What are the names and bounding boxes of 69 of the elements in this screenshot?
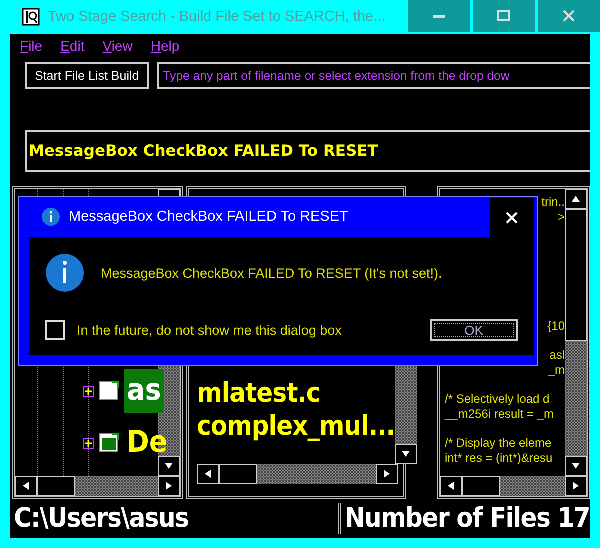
menu-item[interactable]: View	[102, 38, 133, 58]
code-line: /* Display the eleme	[444, 436, 553, 451]
app-icon	[22, 8, 40, 26]
menu-item[interactable]: File	[20, 38, 43, 58]
list-item[interactable]: complex_mul...	[197, 411, 396, 442]
status-path: C:\Users\asus	[13, 503, 190, 534]
down-arrow-icon	[164, 463, 174, 469]
scroll-button[interactable]	[565, 189, 587, 209]
scroll-thumb[interactable]	[462, 476, 500, 496]
window-title: Two Stage Search - Build File Set to SEARCH, the...	[48, 9, 387, 25]
scroll-button[interactable]	[158, 456, 180, 476]
code-line: __m256i result = _m	[444, 407, 556, 422]
list-item[interactable]: mlatest.c	[197, 378, 396, 409]
search-field[interactable]: Type any part of filename or select extension from the drop dow	[157, 62, 590, 89]
horizontal-scrollbar[interactable]	[197, 464, 398, 484]
menu-item[interactable]: Edit	[60, 38, 85, 58]
status-file-count: Number of Files 17	[338, 503, 590, 534]
right-arrow-icon	[166, 481, 172, 491]
scroll-thumb[interactable]	[565, 209, 587, 341]
expand-toggle[interactable]	[83, 386, 94, 396]
down-arrow-icon	[401, 451, 412, 457]
horizontal-scrollbar[interactable]	[15, 476, 180, 496]
maximize-button[interactable]	[473, 0, 535, 32]
message-field: MessageBox CheckBox FAILED To RESET	[25, 130, 590, 172]
code-line: _m	[547, 363, 565, 378]
code-line: {10	[546, 319, 565, 334]
scroll-button[interactable]	[197, 464, 219, 484]
ok-button[interactable]: OK	[430, 319, 518, 341]
dialog-message: MessageBox CheckBox FAILED To RESET (It's not set!).	[101, 266, 442, 280]
code-line: trin..	[540, 195, 565, 210]
info-icon	[41, 207, 61, 227]
scroll-thumb[interactable]	[219, 464, 257, 484]
tree-item[interactable]: as	[124, 369, 164, 413]
menu-item[interactable]: Help	[150, 38, 180, 58]
left-arrow-icon	[23, 481, 29, 491]
code-line: >	[556, 210, 565, 225]
scroll-button[interactable]	[15, 476, 37, 496]
right-arrow-icon	[573, 481, 579, 491]
start-build-button[interactable]: Start File List Build	[25, 62, 150, 89]
right-arrow-icon	[384, 469, 390, 479]
close-icon	[506, 212, 518, 224]
expand-toggle[interactable]	[83, 438, 94, 448]
horizontal-scrollbar[interactable]	[440, 476, 587, 496]
code-line: asl	[548, 348, 565, 363]
left-arrow-icon	[205, 469, 211, 479]
scrollbar[interactable]	[565, 189, 587, 476]
close-icon	[562, 9, 576, 23]
up-arrow-icon	[571, 196, 581, 202]
scroll-button[interactable]	[440, 476, 462, 496]
close-button[interactable]	[490, 198, 534, 237]
tree-item[interactable]: De	[124, 421, 171, 465]
info-icon	[45, 253, 85, 293]
maximize-icon	[497, 9, 511, 23]
scroll-button[interactable]	[376, 464, 398, 484]
scroll-button[interactable]	[565, 476, 587, 496]
scroll-button[interactable]	[395, 444, 418, 464]
code-line: int* res = (int*)&resu	[444, 451, 554, 466]
folder-icon	[99, 433, 119, 453]
checkbox-label: In the future, do not show me this dialog box	[77, 322, 343, 338]
left-arrow-icon	[448, 481, 454, 491]
checkbox[interactable]	[45, 320, 65, 340]
minimize-icon	[433, 14, 445, 18]
down-arrow-icon	[571, 463, 581, 469]
dialog-title: MessageBox CheckBox FAILED To RESET	[69, 209, 350, 225]
folder-icon	[99, 381, 119, 401]
scroll-button[interactable]	[565, 456, 587, 476]
scroll-button[interactable]	[158, 476, 180, 496]
scroll-thumb[interactable]	[37, 476, 75, 496]
code-line: /* Selectively load d	[444, 392, 551, 407]
